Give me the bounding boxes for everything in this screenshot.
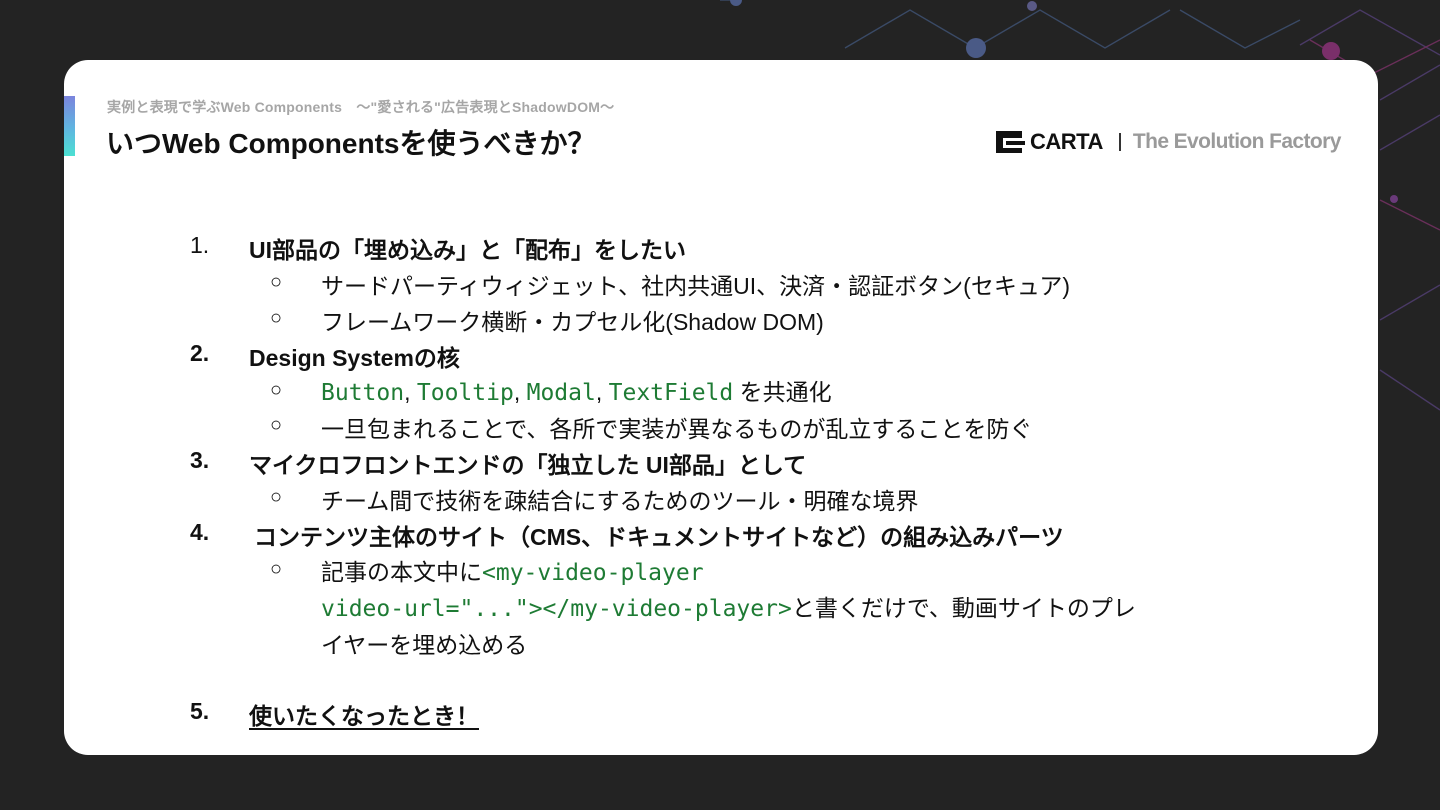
- item-heading: UI部品の「埋め込み」と「配布」をしたい: [249, 237, 686, 263]
- list-item: Button, Tooltip, Modal, TextField を共通化: [321, 373, 832, 407]
- item-heading: 使いたくなったとき！: [249, 703, 479, 729]
- item-heading: Design Systemの核: [249, 345, 460, 371]
- bullet-marker: ○: [270, 271, 283, 293]
- bullet-marker: ○: [270, 558, 283, 580]
- list-item-continuation: video-url="..."></my-video-player>と書くだけで…: [321, 589, 1136, 623]
- list-item: サードパーティウィジェット、社内共通UI、決済・認証ボタン(セキュア): [321, 273, 1071, 299]
- bullet-marker: ○: [270, 379, 283, 401]
- bullet-text: と書くだけで、動画サイトのプレ: [791, 595, 1136, 621]
- bullet-marker: ○: [270, 486, 283, 508]
- item-number: 3.: [190, 447, 210, 473]
- bullet-text: を共通化: [733, 379, 832, 405]
- code-textfield: TextField: [608, 380, 734, 406]
- item-heading: コンテンツ主体のサイト（CMS、ドキュメントサイトなど）の組み込みパーツ: [254, 524, 1064, 550]
- code-modal: Modal: [526, 380, 596, 406]
- item-number: 4.: [190, 519, 210, 545]
- item-number: 2.: [190, 340, 210, 366]
- slide-card: 実例と表現で学ぶWeb Components ～"愛される"広告表現とShado…: [64, 60, 1378, 755]
- list-item-continuation: イヤーを埋め込める: [321, 632, 528, 658]
- separator: ,: [513, 379, 527, 405]
- list-item: 一旦包まれることで、各所で実装が異なるものが乱立することを防ぐ: [321, 416, 1033, 442]
- item-number: 1.: [190, 232, 210, 258]
- list-item: チーム間で技術を疎結合にするためのツール・明確な境界: [321, 488, 919, 514]
- code-video-player-open: <my-video-player: [482, 560, 704, 586]
- code-video-player-attr: video-url="..."></my-video-player>: [321, 596, 792, 622]
- slide-content-list: 1. UI部品の「埋め込み」と「配布」をしたい ○ サードパーティウィジェット、…: [64, 60, 1378, 755]
- list-item: 記事の本文中に<my-video-player: [321, 553, 704, 587]
- bullet-marker: ○: [270, 414, 283, 436]
- bullet-text: 記事の本文中に: [321, 559, 482, 585]
- item-number: 5.: [190, 698, 210, 724]
- list-item: フレームワーク横断・カプセル化(Shadow DOM): [321, 309, 824, 335]
- separator: ,: [404, 379, 417, 405]
- item-heading: マイクロフロントエンドの「独立した UI部品」として: [249, 452, 807, 478]
- code-tooltip: Tooltip: [416, 380, 514, 406]
- bullet-marker: ○: [270, 307, 283, 329]
- code-button: Button: [321, 380, 405, 406]
- slide-stage: 実例と表現で学ぶWeb Components ～"愛される"広告表現とShado…: [0, 0, 1440, 810]
- separator: ,: [595, 379, 609, 405]
